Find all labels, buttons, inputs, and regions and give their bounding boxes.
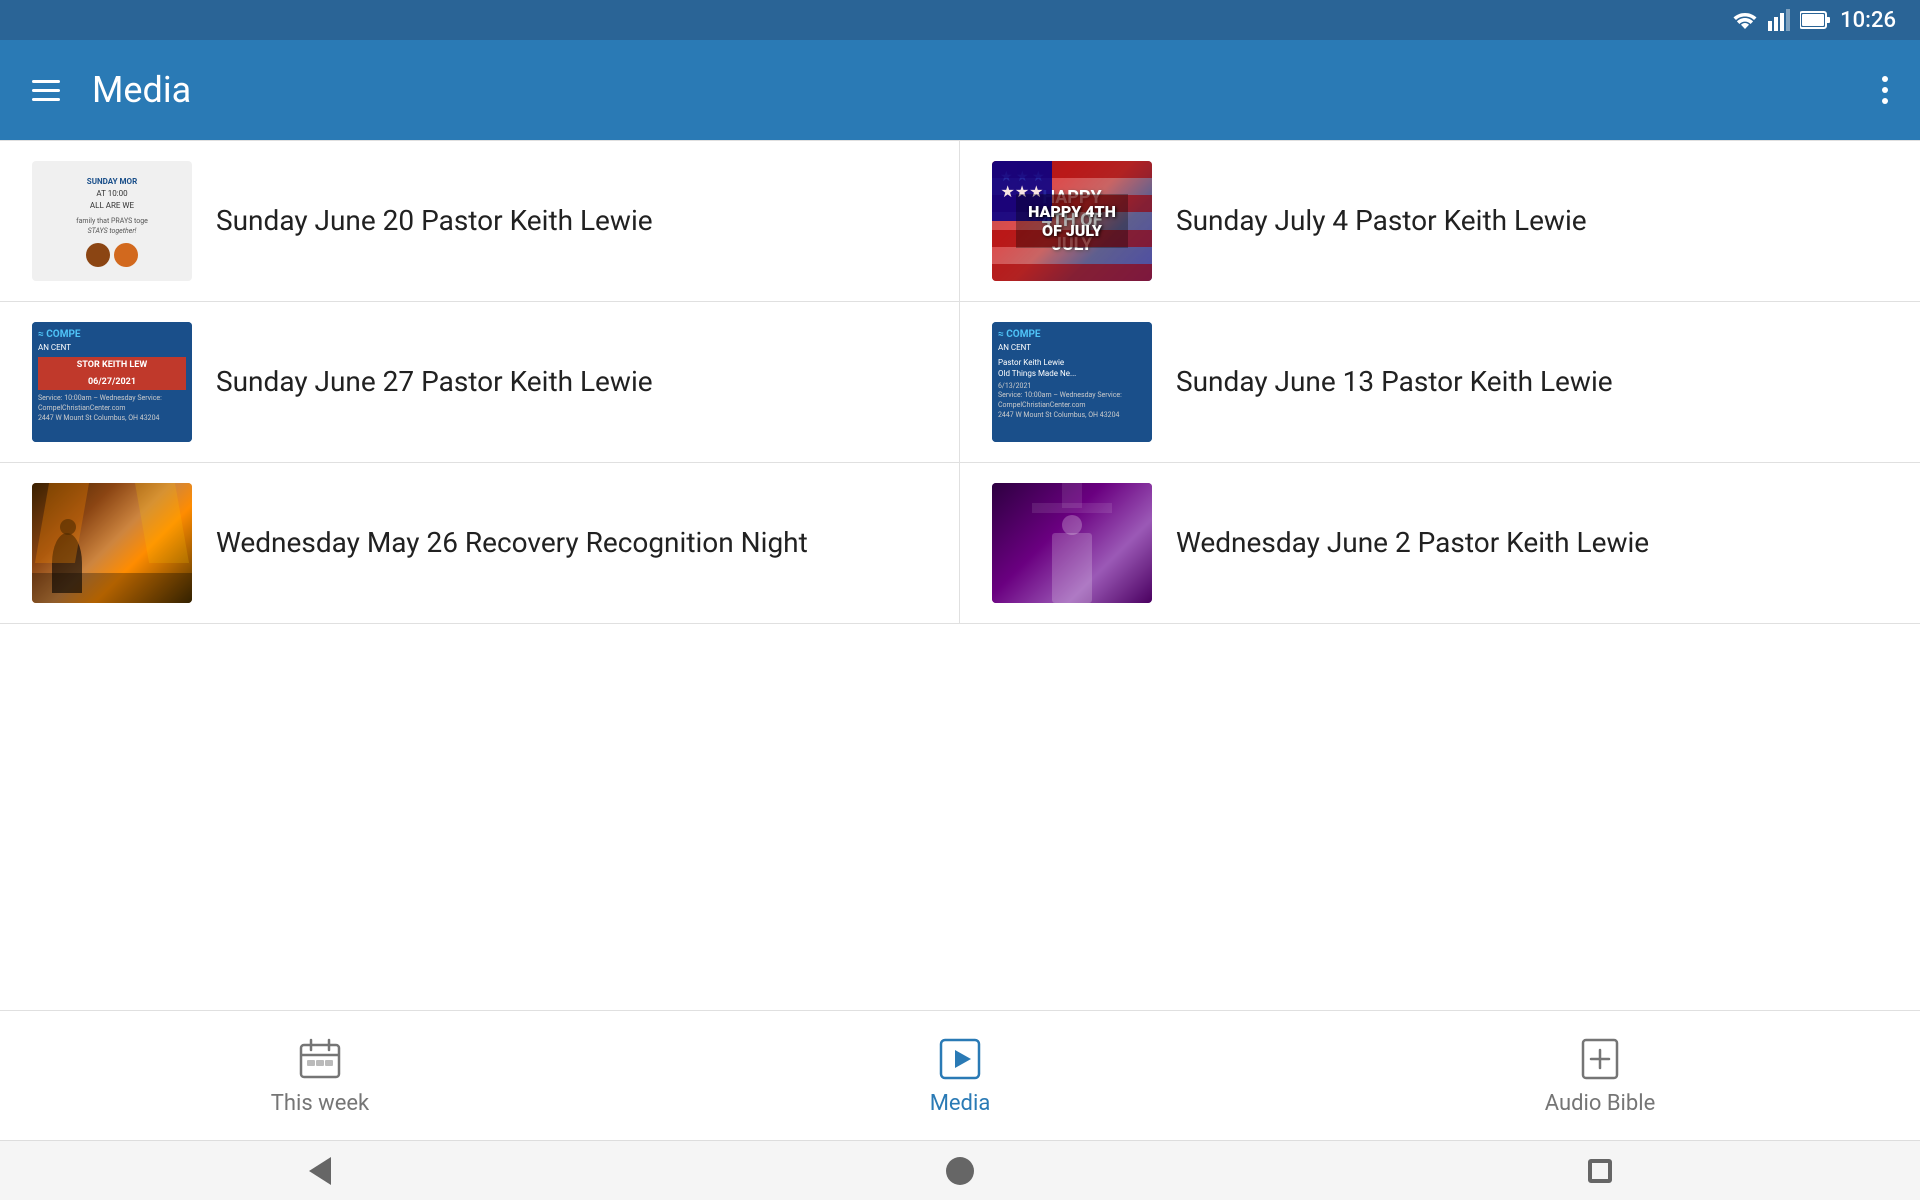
bottom-nav: This week Media Audio Bible	[0, 1010, 1920, 1140]
media-label-5: Wednesday May 26 Recovery Recognition Ni…	[216, 525, 808, 561]
nav-item-media[interactable]: Media	[640, 1035, 1280, 1116]
recents-square-icon	[1588, 1159, 1612, 1183]
thumbnail-1: SUNDAY MOR AT 10:00 ALL ARE WE family th…	[32, 161, 192, 281]
home-circle-icon	[946, 1157, 974, 1185]
media-label-2: Sunday July 4 Pastor Keith Lewie	[1176, 203, 1587, 239]
back-triangle-icon	[309, 1157, 331, 1185]
thumbnail-3: ≈ COMPE AN CENT STOR KEITH LEW 06/27/202…	[32, 322, 192, 442]
hamburger-menu-icon[interactable]	[32, 80, 60, 101]
status-icons: 10:26	[1732, 8, 1896, 33]
play-icon	[936, 1035, 984, 1083]
battery-icon	[1800, 9, 1830, 31]
media-label-3: Sunday June 27 Pastor Keith Lewie	[216, 364, 653, 400]
thumbnail-6	[992, 483, 1152, 603]
status-time: 10:26	[1840, 8, 1896, 33]
thumbnail-5	[32, 483, 192, 603]
thumbnail-4: ≈ COMPE AN CENT Pastor Keith Lewie Old T…	[992, 322, 1152, 442]
recents-button[interactable]	[1580, 1151, 1620, 1191]
media-item-5[interactable]: Wednesday May 26 Recovery Recognition Ni…	[0, 463, 960, 624]
nav-label-this-week: This week	[271, 1091, 369, 1116]
app-title: Media	[92, 69, 1850, 111]
wifi-icon	[1732, 9, 1758, 31]
media-item-4[interactable]: ≈ COMPE AN CENT Pastor Keith Lewie Old T…	[960, 302, 1920, 463]
media-item-2[interactable]: HAPPY 4TH OF JULY ★★★ HAPPY 4THOF JULY	[960, 141, 1920, 302]
nav-item-audio-bible[interactable]: Audio Bible	[1280, 1035, 1920, 1116]
media-label-6: Wednesday June 2 Pastor Keith Lewie	[1176, 525, 1649, 561]
home-button[interactable]	[940, 1151, 980, 1191]
nav-label-audio-bible: Audio Bible	[1545, 1091, 1656, 1116]
back-button[interactable]	[300, 1151, 340, 1191]
book-plus-icon	[1576, 1035, 1624, 1083]
media-grid: SUNDAY MOR AT 10:00 ALL ARE WE family th…	[0, 140, 1920, 624]
calendar-icon	[296, 1035, 344, 1083]
media-item-6[interactable]: Wednesday June 2 Pastor Keith Lewie	[960, 463, 1920, 624]
app-bar: Media	[0, 40, 1920, 140]
thumbnail-2: HAPPY 4TH OF JULY ★★★ HAPPY 4THOF JULY	[992, 161, 1152, 281]
media-label-1: Sunday June 20 Pastor Keith Lewie	[216, 203, 653, 239]
nav-label-media: Media	[930, 1091, 991, 1116]
nav-item-this-week[interactable]: This week	[0, 1035, 640, 1116]
media-item-3[interactable]: ≈ COMPE AN CENT STOR KEITH LEW 06/27/202…	[0, 302, 960, 463]
content-area: SUNDAY MOR AT 10:00 ALL ARE WE family th…	[0, 140, 1920, 1010]
media-label-4: Sunday June 13 Pastor Keith Lewie	[1176, 364, 1613, 400]
status-bar: 10:26	[0, 0, 1920, 40]
signal-icon	[1768, 9, 1790, 31]
system-nav	[0, 1140, 1920, 1200]
more-options-icon[interactable]	[1882, 76, 1888, 104]
media-item-1[interactable]: SUNDAY MOR AT 10:00 ALL ARE WE family th…	[0, 141, 960, 302]
